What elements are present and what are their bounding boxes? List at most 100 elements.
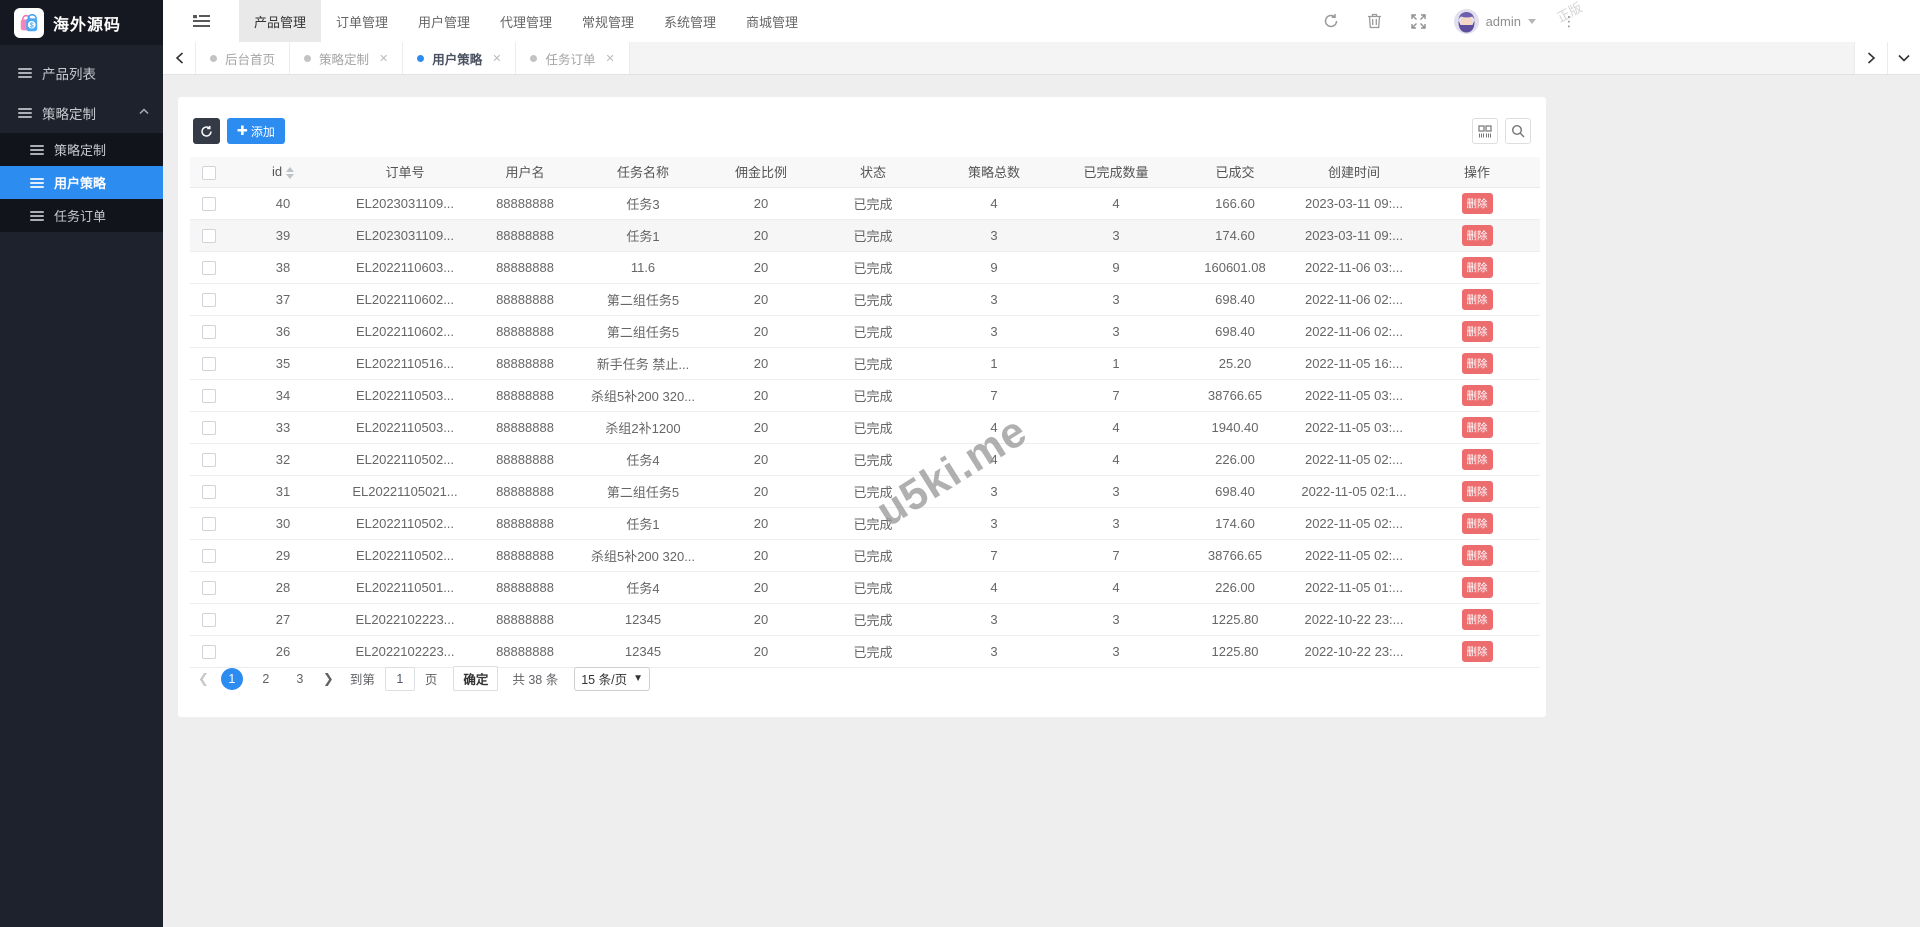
page-number[interactable]: 2 [255,668,277,690]
top-nav-item[interactable]: 代理管理 [485,0,567,42]
row-checkbox[interactable] [202,452,216,467]
delete-button[interactable]: 删除 [1461,224,1493,246]
top-nav-item[interactable]: 常规管理 [567,0,649,42]
sidebar-item-strategy-custom[interactable]: 策略定制 [0,133,163,166]
delete-button[interactable]: 删除 [1461,352,1493,374]
cell-commission: 20 [708,635,814,668]
list-icon [30,209,44,223]
row-checkbox-cell [190,379,228,412]
open-tab[interactable]: 后台首页 [196,42,291,74]
sidebar-item-label: 用户策略 [54,176,107,191]
content-area: ✚ 添加 id 订单号 用户名 任务名称 佣金比例 状态 策略总数 已完成数量 … [163,76,1920,927]
cell-order: EL2022102223... [338,635,472,668]
refresh-table-button[interactable] [193,118,220,144]
close-icon[interactable]: ✕ [492,52,501,65]
row-checkbox[interactable] [202,644,216,659]
list-icon [30,176,44,190]
row-checkbox[interactable] [202,516,216,531]
close-icon[interactable]: ✕ [606,52,615,65]
refresh-icon[interactable] [1322,12,1340,30]
delete-button[interactable]: 删除 [1461,384,1493,406]
row-checkbox[interactable] [202,484,216,499]
row-checkbox[interactable] [202,356,216,371]
sidebar-item-user-strategy[interactable]: 用户策略 [0,166,163,199]
page-number[interactable]: 1 [220,667,243,690]
row-checkbox[interactable] [202,388,216,403]
row-checkbox-cell [190,635,228,668]
chevron-down-icon [1528,18,1536,24]
open-tab[interactable]: 任务订单 ✕ [516,42,630,74]
next-page-button[interactable]: ❯ [317,671,340,687]
row-checkbox[interactable] [202,260,216,275]
delete-button[interactable]: 删除 [1461,416,1493,438]
header: 产品管理 订单管理 用户管理 代理管理 常规管理 系统管理 商城管理 admin… [163,0,1920,42]
cell-total: 3 [932,603,1056,636]
delete-button[interactable]: 删除 [1461,480,1493,502]
sidebar-item-product-list[interactable]: 产品列表 [0,53,163,93]
cell-created: 2023-03-11 09:... [1294,187,1414,220]
sidebar-item-task-order[interactable]: 任务订单 [0,199,163,232]
row-checkbox[interactable] [202,420,216,435]
sort-toggle[interactable] [286,166,295,179]
row-checkbox[interactable] [202,612,216,627]
open-tab[interactable]: 用户策略 ✕ [403,42,517,74]
delete-button[interactable]: 删除 [1461,192,1493,214]
row-checkbox[interactable] [202,324,216,339]
add-button[interactable]: ✚ 添加 [227,118,285,144]
cell-user: 88888888 [472,251,578,284]
row-checkbox-cell [190,603,228,636]
tabs-dropdown-button[interactable] [1887,42,1920,74]
cell-task: 第二组任务5 [578,475,708,508]
trash-icon[interactable] [1366,12,1384,30]
fullscreen-icon[interactable] [1410,12,1428,30]
delete-button[interactable]: 删除 [1461,320,1493,342]
page-number[interactable]: 3 [289,668,311,690]
cell-total: 3 [932,315,1056,348]
cell-task: 杀组5补200 320... [578,379,708,412]
delete-button[interactable]: 删除 [1461,544,1493,566]
prev-page-button[interactable]: ❮ [192,671,215,687]
row-checkbox[interactable] [202,292,216,307]
row-checkbox[interactable] [202,228,216,243]
goto-confirm-button[interactable]: 确定 [453,666,499,691]
goto-page-input[interactable] [384,666,415,691]
top-nav-item[interactable]: 商城管理 [731,0,813,42]
table-header: id 订单号 用户名 任务名称 佣金比例 状态 策略总数 已完成数量 已成交 创建时间 操作 [190,157,1540,188]
more-menu-icon[interactable]: ⋮ [1562,14,1576,28]
top-nav-item[interactable]: 订单管理 [321,0,403,42]
table-row: 26 EL2022102223... 88888888 12345 20 已完成 3 3 122… [190,635,1540,668]
columns-toggle-button[interactable] [1472,118,1498,144]
cell-created: 2022-10-22 23:... [1294,635,1414,668]
sidebar-collapse-button[interactable] [163,0,239,42]
cell-id: 37 [228,283,338,316]
cell-total: 3 [932,219,1056,252]
delete-button[interactable]: 删除 [1461,288,1493,310]
delete-button[interactable]: 删除 [1461,512,1493,534]
row-checkbox[interactable] [202,196,216,211]
user-menu[interactable]: admin [1453,8,1536,34]
cell-actions: 删除 [1414,507,1540,540]
delete-button[interactable]: 删除 [1461,256,1493,278]
row-checkbox[interactable] [202,580,216,595]
cell-total: 3 [932,475,1056,508]
top-nav-item[interactable]: 用户管理 [403,0,485,42]
delete-button[interactable]: 删除 [1461,448,1493,470]
delete-button[interactable]: 删除 [1461,608,1493,630]
delete-button[interactable]: 删除 [1461,640,1493,662]
top-nav-item[interactable]: 产品管理 [239,0,321,42]
open-tab[interactable]: 策略定制 ✕ [290,42,404,74]
cell-order: EL2022110602... [338,283,472,316]
cell-commission: 20 [708,603,814,636]
close-icon[interactable]: ✕ [379,52,388,65]
tabs-scroll-left-button[interactable] [163,42,196,74]
sidebar-item-strategy-group[interactable]: 策略定制 [0,93,163,133]
row-checkbox-cell [190,283,228,316]
search-toggle-button[interactable] [1505,118,1531,144]
top-nav-item[interactable]: 系统管理 [649,0,731,42]
delete-button[interactable]: 删除 [1461,576,1493,598]
page-size-select[interactable]: 15 条/页 ▼ [574,666,650,691]
cell-task: 第二组任务5 [578,315,708,348]
row-checkbox[interactable] [202,548,216,563]
tabs-scroll-right-button[interactable] [1854,42,1887,74]
select-all-checkbox[interactable] [202,165,216,180]
